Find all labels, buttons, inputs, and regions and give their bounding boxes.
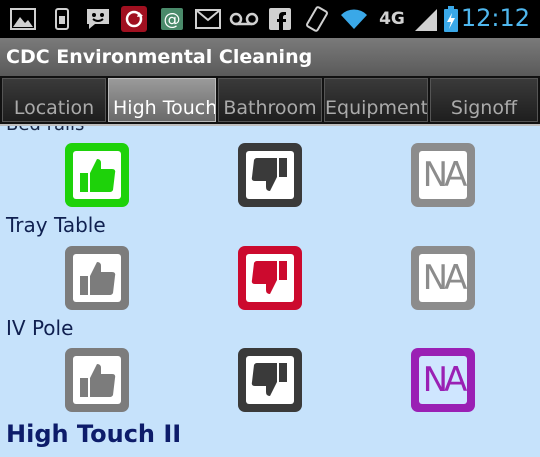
app-title-bar: CDC Environmental Cleaning <box>0 38 540 76</box>
tab-high-touch-i[interactable]: High Touch I <box>108 78 216 122</box>
thumbs-up-icon <box>73 151 121 199</box>
thumbs-down-icon <box>246 151 294 199</box>
na-label: NA <box>422 360 468 400</box>
row-label: Bed rails <box>6 126 84 135</box>
network-type-label: 4G <box>379 9 405 29</box>
status-time: 12:12 <box>460 4 530 32</box>
rotate-icon <box>304 6 330 32</box>
rating-up-button[interactable] <box>65 348 129 412</box>
not-applicable-icon: NA <box>419 356 467 404</box>
tab-label: Location <box>13 97 95 119</box>
not-applicable-icon: NA <box>419 151 467 199</box>
tab-bathroom[interactable]: Bathroom <box>218 78 322 122</box>
row-label: IV Pole <box>6 316 74 340</box>
rating-na-button[interactable]: NA <box>411 348 475 412</box>
tab-label: Signoff <box>450 97 518 119</box>
sim-card-icon <box>50 6 74 32</box>
rating-down-button[interactable] <box>238 348 302 412</box>
rating-up-button[interactable] <box>65 143 129 207</box>
signal-strength-icon <box>412 6 438 32</box>
thumbs-up-icon <box>73 356 121 404</box>
not-applicable-icon: NA <box>419 254 467 302</box>
voicemail-icon <box>228 6 260 32</box>
gallery-icon <box>8 6 38 32</box>
status-bar: @ 4G 12:12 <box>0 0 540 38</box>
tab-label: Equipment <box>325 97 428 119</box>
tab-label: High Touch I <box>113 97 216 119</box>
chat-icon <box>84 6 112 32</box>
rating-down-button[interactable] <box>238 143 302 207</box>
checklist-scroll-area[interactable]: Bed rails NA Tray Table NA IV Pole <box>0 126 540 457</box>
tab-signoff[interactable]: Signoff <box>430 78 538 122</box>
rating-na-button[interactable]: NA <box>411 143 475 207</box>
rating-na-button[interactable]: NA <box>411 246 475 310</box>
rating-down-button[interactable] <box>238 246 302 310</box>
tab-equipment[interactable]: Equipment <box>324 78 428 122</box>
sync-cloud-icon <box>120 6 148 32</box>
svg-text:@: @ <box>164 10 181 30</box>
gmail-icon <box>194 6 222 32</box>
tab-location[interactable]: Location <box>2 78 106 122</box>
facebook-icon <box>268 6 292 32</box>
tab-bar: Location High Touch I Bathroom Equipment… <box>0 76 540 126</box>
na-label: NA <box>422 258 468 298</box>
section-title: High Touch II <box>6 420 182 448</box>
na-label: NA <box>422 155 468 195</box>
app-title: CDC Environmental Cleaning <box>6 46 313 68</box>
thumbs-up-icon <box>73 254 121 302</box>
wifi-icon <box>338 6 370 32</box>
row-label: Tray Table <box>6 213 106 237</box>
thumbs-down-icon <box>246 254 294 302</box>
tab-label: Bathroom <box>223 97 317 119</box>
battery-icon <box>442 6 460 32</box>
email-at-icon: @ <box>158 6 186 32</box>
thumbs-down-icon <box>246 356 294 404</box>
rating-up-button[interactable] <box>65 246 129 310</box>
